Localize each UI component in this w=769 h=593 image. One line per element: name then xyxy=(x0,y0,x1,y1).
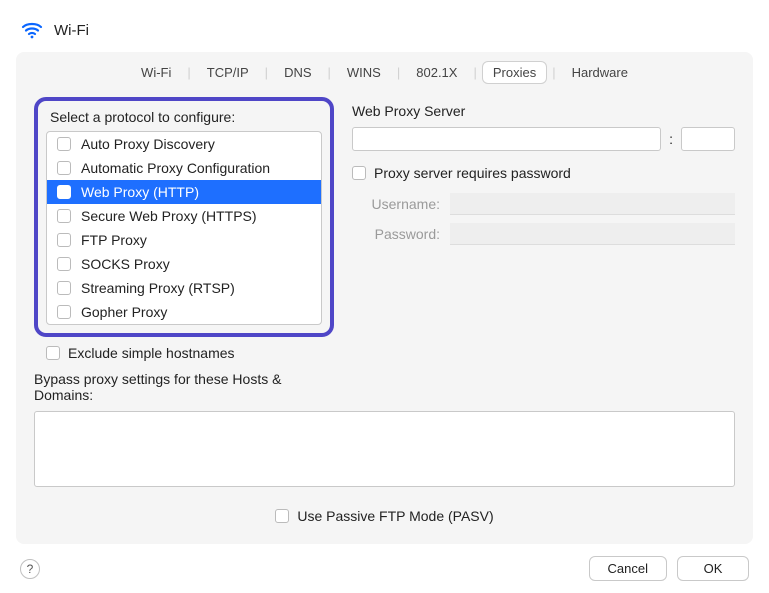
exclude-hostnames-label: Exclude simple hostnames xyxy=(68,345,235,361)
protocol-checkbox[interactable] xyxy=(57,305,71,319)
protocol-checkbox[interactable] xyxy=(57,281,71,295)
protocol-label: Secure Web Proxy (HTTPS) xyxy=(81,208,257,224)
protocol-label: SOCKS Proxy xyxy=(81,256,170,272)
protocol-checkbox[interactable] xyxy=(57,137,71,151)
tab-wins[interactable]: WINS xyxy=(337,62,391,83)
tabs-bar: Wi-Fi | TCP/IP | DNS | WINS | 802.1X | Proxies | Har… xyxy=(34,52,735,97)
server-port-separator: : xyxy=(669,131,673,147)
settings-panel: Wi-Fi | TCP/IP | DNS | WINS | 802.1X | Proxies | Har… xyxy=(16,52,753,544)
ok-button[interactable]: OK xyxy=(677,556,749,581)
passive-ftp-label: Use Passive FTP Mode (PASV) xyxy=(297,508,493,524)
tab-802-1x[interactable]: 802.1X xyxy=(406,62,467,83)
protocol-item[interactable]: Secure Web Proxy (HTTPS) xyxy=(47,204,321,228)
bypass-label: Bypass proxy settings for these Hosts & … xyxy=(34,367,334,411)
tab-separator: | xyxy=(328,65,331,80)
bypass-textarea[interactable] xyxy=(34,411,735,487)
page-title: Wi-Fi xyxy=(54,22,89,39)
tab-separator: | xyxy=(397,65,400,80)
protocol-highlight-box: Select a protocol to configure: Auto Pro… xyxy=(34,97,334,337)
protocol-label: Web Proxy (HTTP) xyxy=(81,184,199,200)
help-button[interactable]: ? xyxy=(20,559,40,579)
proxy-server-input[interactable] xyxy=(352,127,661,151)
protocol-item[interactable]: Web Proxy (HTTP) xyxy=(47,180,321,204)
wifi-icon xyxy=(20,18,44,42)
protocol-checkbox[interactable] xyxy=(57,233,71,247)
protocol-item[interactable]: FTP Proxy xyxy=(47,228,321,252)
tab-separator: | xyxy=(187,65,190,80)
protocol-item[interactable]: Auto Proxy Discovery xyxy=(47,132,321,156)
tab-tcp-ip[interactable]: TCP/IP xyxy=(197,62,259,83)
tab-dns[interactable]: DNS xyxy=(274,62,321,83)
requires-password-label: Proxy server requires password xyxy=(374,165,571,181)
requires-password-checkbox[interactable] xyxy=(352,166,366,180)
password-label: Password: xyxy=(352,226,440,242)
tab-separator: | xyxy=(473,65,476,80)
protocol-label: Streaming Proxy (RTSP) xyxy=(81,280,235,296)
web-proxy-server-label: Web Proxy Server xyxy=(352,97,735,127)
protocol-list[interactable]: Auto Proxy Discovery Automatic Proxy Conf… xyxy=(46,131,322,325)
tab-proxies[interactable]: Proxies xyxy=(483,62,546,83)
protocol-label: Auto Proxy Discovery xyxy=(81,136,215,152)
passive-ftp-checkbox[interactable] xyxy=(275,509,289,523)
protocol-item[interactable]: Gopher Proxy xyxy=(47,300,321,324)
protocol-checkbox[interactable] xyxy=(57,161,71,175)
cancel-button[interactable]: Cancel xyxy=(589,556,667,581)
protocol-checkbox[interactable] xyxy=(57,185,71,199)
exclude-hostnames-checkbox[interactable] xyxy=(46,346,60,360)
select-protocol-label: Select a protocol to configure: xyxy=(46,107,322,131)
tab-separator: | xyxy=(265,65,268,80)
protocol-label: FTP Proxy xyxy=(81,232,147,248)
protocol-checkbox[interactable] xyxy=(57,257,71,271)
window-header: Wi-Fi xyxy=(16,12,753,52)
password-input[interactable] xyxy=(450,223,735,245)
protocol-item[interactable]: Automatic Proxy Configuration xyxy=(47,156,321,180)
tab-separator: | xyxy=(552,65,555,80)
protocol-checkbox[interactable] xyxy=(57,209,71,223)
tab-hardware[interactable]: Hardware xyxy=(562,62,638,83)
protocol-item[interactable]: Streaming Proxy (RTSP) xyxy=(47,276,321,300)
proxy-port-input[interactable] xyxy=(681,127,735,151)
protocol-label: Gopher Proxy xyxy=(81,304,167,320)
tab-wi-fi[interactable]: Wi-Fi xyxy=(131,62,181,83)
protocol-label: Automatic Proxy Configuration xyxy=(81,160,270,176)
username-input[interactable] xyxy=(450,193,735,215)
username-label: Username: xyxy=(352,196,440,212)
protocol-item[interactable]: SOCKS Proxy xyxy=(47,252,321,276)
